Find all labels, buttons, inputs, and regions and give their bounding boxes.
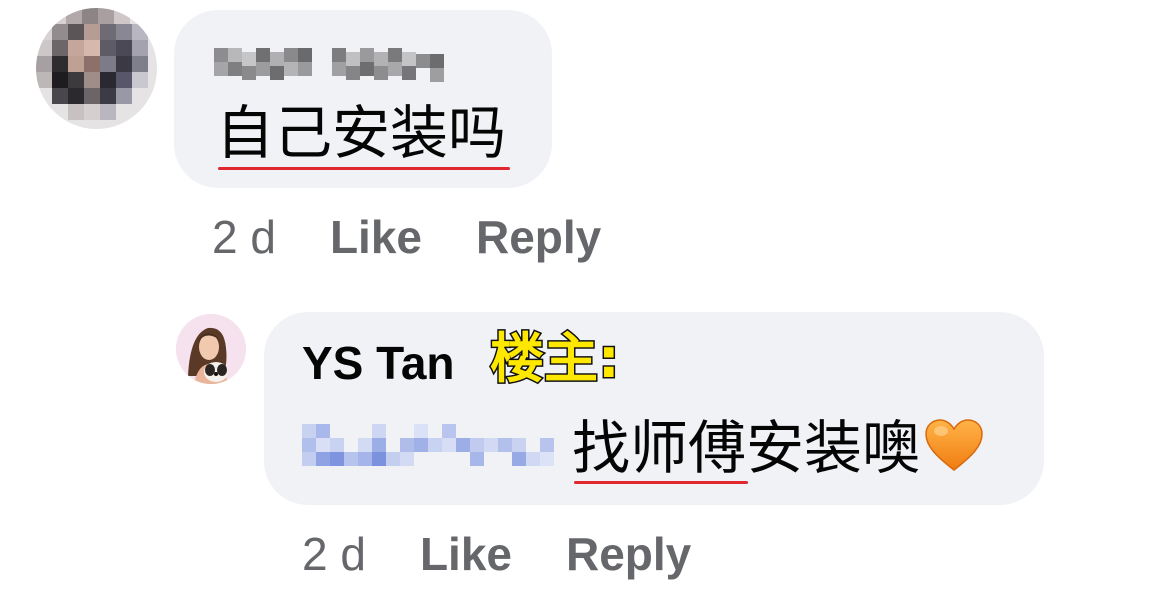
comment-timestamp[interactable]: 2 d [212,214,276,260]
reply-actions: 2 d Like Reply [302,531,691,577]
reply-button[interactable]: Reply [476,214,601,260]
comment-thread: 自己安装吗 2 d Like Reply YS Tan 楼主: 找师傅安装噢 2… [0,0,1170,595]
author-avatar[interactable] [176,314,246,384]
reply-timestamp[interactable]: 2 d [302,531,366,577]
red-underline-annotation [574,481,748,484]
author-name[interactable]: YS Tan [302,340,455,386]
like-button[interactable]: Like [330,214,422,260]
commenter-avatar-pixelated[interactable] [36,8,157,129]
reply-text-row: 找师傅安装噢 [572,418,984,477]
op-tag-annotation: 楼主: [489,327,622,390]
mention-name-pixelated[interactable] [302,424,556,476]
reply-button[interactable]: Reply [566,531,691,577]
red-underline-annotation [218,167,510,170]
like-button[interactable]: Like [420,531,512,577]
comment-text: 自己安装吗 [216,99,507,167]
comment-actions: 2 d Like Reply [212,214,601,260]
reply-text: 找师傅安装噢 [572,414,921,482]
orange-heart-icon [925,419,983,471]
author-name-pixelated[interactable] [214,44,454,84]
